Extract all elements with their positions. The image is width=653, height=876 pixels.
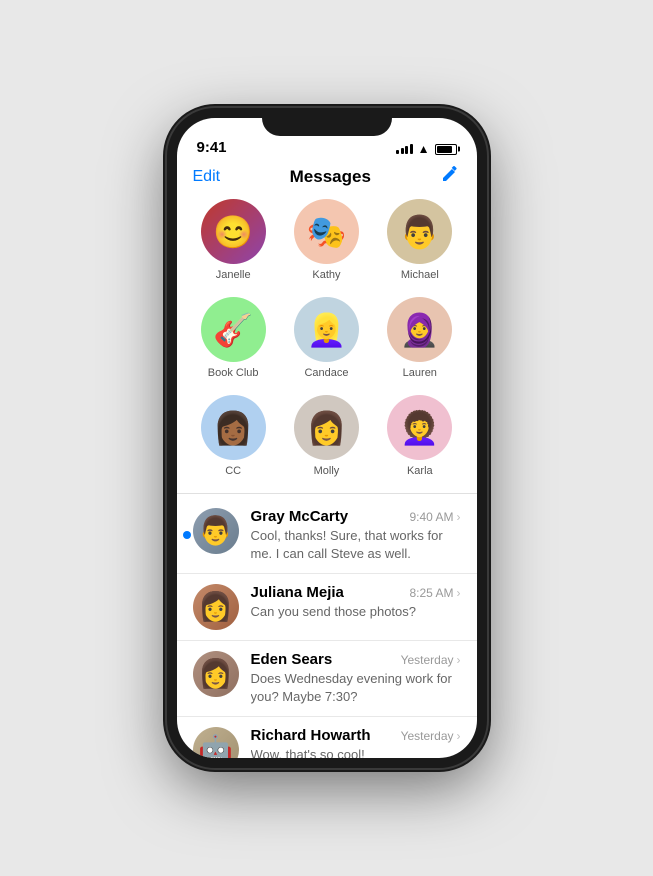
contact-name-michael: Michael [401,269,439,281]
edit-button[interactable]: Edit [193,168,221,186]
message-item-gray[interactable]: 👨 Gray McCarty 9:40 AM › Cool, thanks! S… [177,498,477,574]
contact-name-lauren: Lauren [403,367,437,379]
message-preview-eden: Does Wednesday evening work for you? May… [251,670,461,706]
pinned-contact-candace[interactable]: 👱‍♀️ Candace [294,297,359,379]
message-time-eden: Yesterday › [401,653,461,667]
pinned-contact-karla[interactable]: 👩‍🦱 Karla [387,395,452,477]
message-content-gray: Gray McCarty 9:40 AM › Cool, thanks! Sur… [251,508,461,563]
message-content-eden: Eden Sears Yesterday › Does Wednesday ev… [251,651,461,706]
battery-icon [435,144,457,155]
message-content-richard: Richard Howarth Yesterday › Wow, that's … [251,727,461,758]
message-item-richard[interactable]: 🤖 Richard Howarth Yesterday › Wow, that'… [177,717,477,758]
contact-name-eden: Eden Sears [251,651,333,668]
pinned-row-1: 😊 Janelle 🎭 Kathy 👨 Michael [187,199,467,281]
pinned-contacts-section: 😊 Janelle 🎭 Kathy 👨 Michael [177,199,477,477]
section-divider [177,493,477,494]
contact-name-karla: Karla [407,465,433,477]
notch [262,108,392,136]
pinned-row-3: 👩🏾 CC 👩 Molly 👩‍🦱 Karla [187,395,467,477]
chevron-icon: › [457,729,461,743]
chevron-icon: › [457,586,461,600]
pinned-contact-bookclub[interactable]: 🎸 Book Club [201,297,266,379]
contact-name-cc: CC [225,465,241,477]
avatar-richard: 🤖 [193,727,239,758]
contact-name-janelle: Janelle [216,269,251,281]
message-time-richard: Yesterday › [401,729,461,743]
avatar-gray: 👨 [193,508,239,554]
avatar-bookclub: 🎸 [201,297,266,362]
message-header-eden: Eden Sears Yesterday › [251,651,461,668]
message-header-richard: Richard Howarth Yesterday › [251,727,461,744]
phone-device: 9:41 ▲ Edit Messages [167,108,487,768]
avatar-janelle: 😊 [201,199,266,264]
page-title: Messages [290,167,371,187]
avatar-juliana: 👩 [193,584,239,630]
contact-name-candace: Candace [304,367,348,379]
chevron-icon: › [457,510,461,524]
status-time: 9:41 [197,139,227,156]
message-header-juliana: Juliana Mejia 8:25 AM › [251,584,461,601]
compose-button[interactable] [440,164,460,189]
contact-name-richard: Richard Howarth [251,727,371,744]
message-preview-juliana: Can you send those photos? [251,603,461,621]
message-list: 👨 Gray McCarty 9:40 AM › Cool, thanks! S… [177,498,477,759]
pinned-contact-janelle[interactable]: 😊 Janelle [201,199,266,281]
message-time-juliana: 8:25 AM › [409,586,460,600]
avatar-michael: 👨 [387,199,452,264]
status-icons: ▲ [396,142,456,156]
avatar-lauren: 🧕 [387,297,452,362]
message-item-eden[interactable]: 👩 Eden Sears Yesterday › Does Wednesday … [177,641,477,717]
avatar-eden: 👩 [193,651,239,697]
message-header-gray: Gray McCarty 9:40 AM › [251,508,461,525]
screen: 9:41 ▲ Edit Messages [177,118,477,758]
contact-name-molly: Molly [314,465,340,477]
wifi-icon: ▲ [418,142,430,156]
pinned-contact-kathy[interactable]: 🎭 Kathy [294,199,359,281]
message-content-juliana: Juliana Mejia 8:25 AM › Can you send tho… [251,584,461,621]
contact-name-bookclub: Book Club [208,367,259,379]
message-item-juliana[interactable]: 👩 Juliana Mejia 8:25 AM › Can you send t… [177,574,477,641]
contact-name-kathy: Kathy [312,269,340,281]
avatar-candace: 👱‍♀️ [294,297,359,362]
avatar-cc: 👩🏾 [201,395,266,460]
pinned-row-2: 🎸 Book Club 👱‍♀️ Candace 🧕 Lauren [187,297,467,379]
contact-name-juliana: Juliana Mejia [251,584,344,601]
message-time-gray: 9:40 AM › [409,510,460,524]
message-preview-gray: Cool, thanks! Sure, that works for me. I… [251,527,461,563]
pinned-contact-lauren[interactable]: 🧕 Lauren [387,297,452,379]
pinned-contact-molly[interactable]: 👩 Molly [294,395,359,477]
avatar-karla: 👩‍🦱 [387,395,452,460]
message-preview-richard: Wow, that's so cool! [251,746,461,758]
avatar-molly: 👩 [294,395,359,460]
unread-indicator [183,531,191,539]
chevron-icon: › [457,653,461,667]
signal-icon [396,144,413,154]
contact-name-gray: Gray McCarty [251,508,349,525]
pinned-contact-cc[interactable]: 👩🏾 CC [201,395,266,477]
avatar-kathy: 🎭 [294,199,359,264]
header: Edit Messages [177,162,477,199]
pinned-contact-michael[interactable]: 👨 Michael [387,199,452,281]
